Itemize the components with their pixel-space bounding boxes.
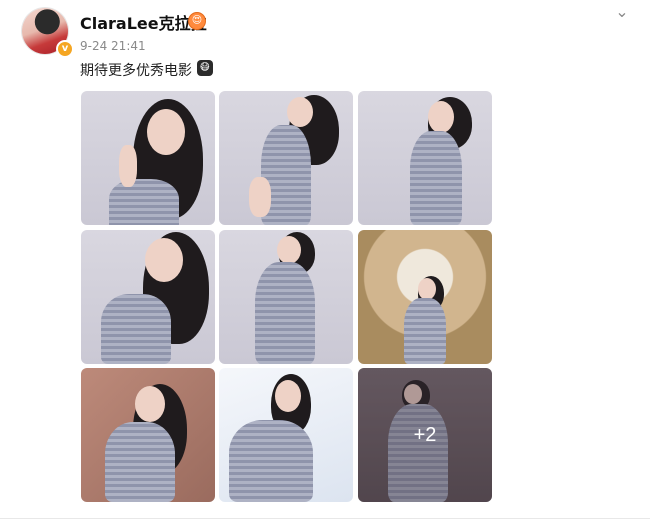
photo-thumbnail[interactable]: +2 [358, 368, 492, 502]
photo-thumbnail[interactable] [81, 230, 215, 364]
chevron-down-icon[interactable]: ⌄ [612, 4, 632, 20]
photo-thumbnail[interactable] [219, 230, 353, 364]
divider [0, 518, 650, 519]
post-caption: 期待更多优秀电影 [80, 63, 192, 79]
photo-thumbnail[interactable] [81, 91, 215, 225]
photo-thumbnail[interactable] [358, 91, 492, 225]
caption-emoji-icon: 😷 [197, 60, 213, 76]
user-emoji-icon: 😍 [188, 12, 206, 30]
photo-grid: +2 [81, 91, 493, 503]
photo-thumbnail[interactable] [81, 368, 215, 502]
weibo-post: v ClaraLee克拉拉 😍 9-24 21:41 期待更多优秀电影 😷 ⌄ [0, 0, 650, 524]
photo-thumbnail[interactable] [219, 368, 353, 502]
post-timestamp[interactable]: 9-24 21:41 [80, 39, 146, 53]
verified-badge-icon: v [56, 40, 74, 58]
more-photos-overlay[interactable]: +2 [358, 368, 492, 502]
photo-thumbnail[interactable] [219, 91, 353, 225]
photo-thumbnail[interactable] [358, 230, 492, 364]
